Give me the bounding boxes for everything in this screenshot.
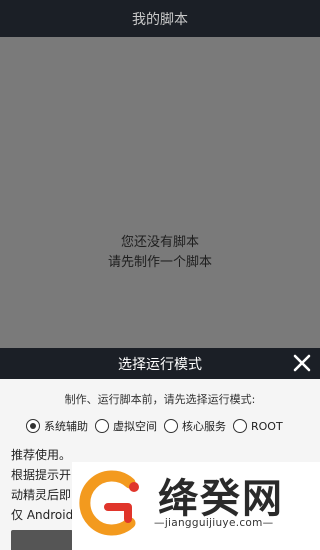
mode-option-label: ROOT [251, 419, 283, 433]
mode-option-label: 虚拟空间 [113, 420, 157, 433]
mode-option-core-service[interactable]: 核心服务 [164, 418, 226, 434]
mode-option-label: 系统辅助 [44, 420, 88, 433]
mode-option-root[interactable]: ROOT [233, 419, 283, 433]
empty-state-line1: 您还没有脚本 [120, 235, 199, 250]
mode-option-system-assist[interactable]: 系统辅助 [26, 418, 88, 434]
watermark-url: —jiangguijiuye.com— [154, 517, 274, 529]
close-icon[interactable] [292, 353, 312, 373]
radio-icon[interactable] [26, 419, 40, 433]
watermark-url-text: jiangguijiuye.com [164, 517, 263, 529]
confirm-button[interactable] [11, 530, 73, 550]
empty-state: 您还没有脚本 请先制作一个脚本 [0, 233, 320, 273]
title-bar: 我的脚本 [0, 0, 320, 37]
mode-sheet-title: 选择运行模式 [118, 356, 202, 373]
radio-icon[interactable] [233, 419, 247, 433]
radio-icon[interactable] [164, 419, 178, 433]
page-title: 我的脚本 [132, 11, 188, 28]
mode-prompt: 制作、运行脚本前，请先选择运行模式: [64, 393, 256, 406]
watermark: 绛癸网 —jiangguijiuye.com— [72, 462, 320, 550]
radio-icon[interactable] [95, 419, 109, 433]
mode-option-label: 核心服务 [182, 420, 226, 433]
watermark-logo-icon [79, 470, 139, 536]
empty-state-line2: 请先制作一个脚本 [107, 255, 212, 270]
watermark-title: 绛癸网 [158, 475, 284, 522]
mode-radio-group: 系统辅助 虚拟空间 核心服务 ROOT [26, 416, 316, 436]
screen: 我的脚本 您还没有脚本 请先制作一个脚本 选择运行模式 制作、运行脚本前，请先选… [0, 0, 320, 550]
mode-sheet-header: 选择运行模式 [0, 348, 320, 379]
script-list-area: 您还没有脚本 请先制作一个脚本 [0, 37, 320, 348]
mode-option-virtual-space[interactable]: 虚拟空间 [95, 418, 157, 434]
